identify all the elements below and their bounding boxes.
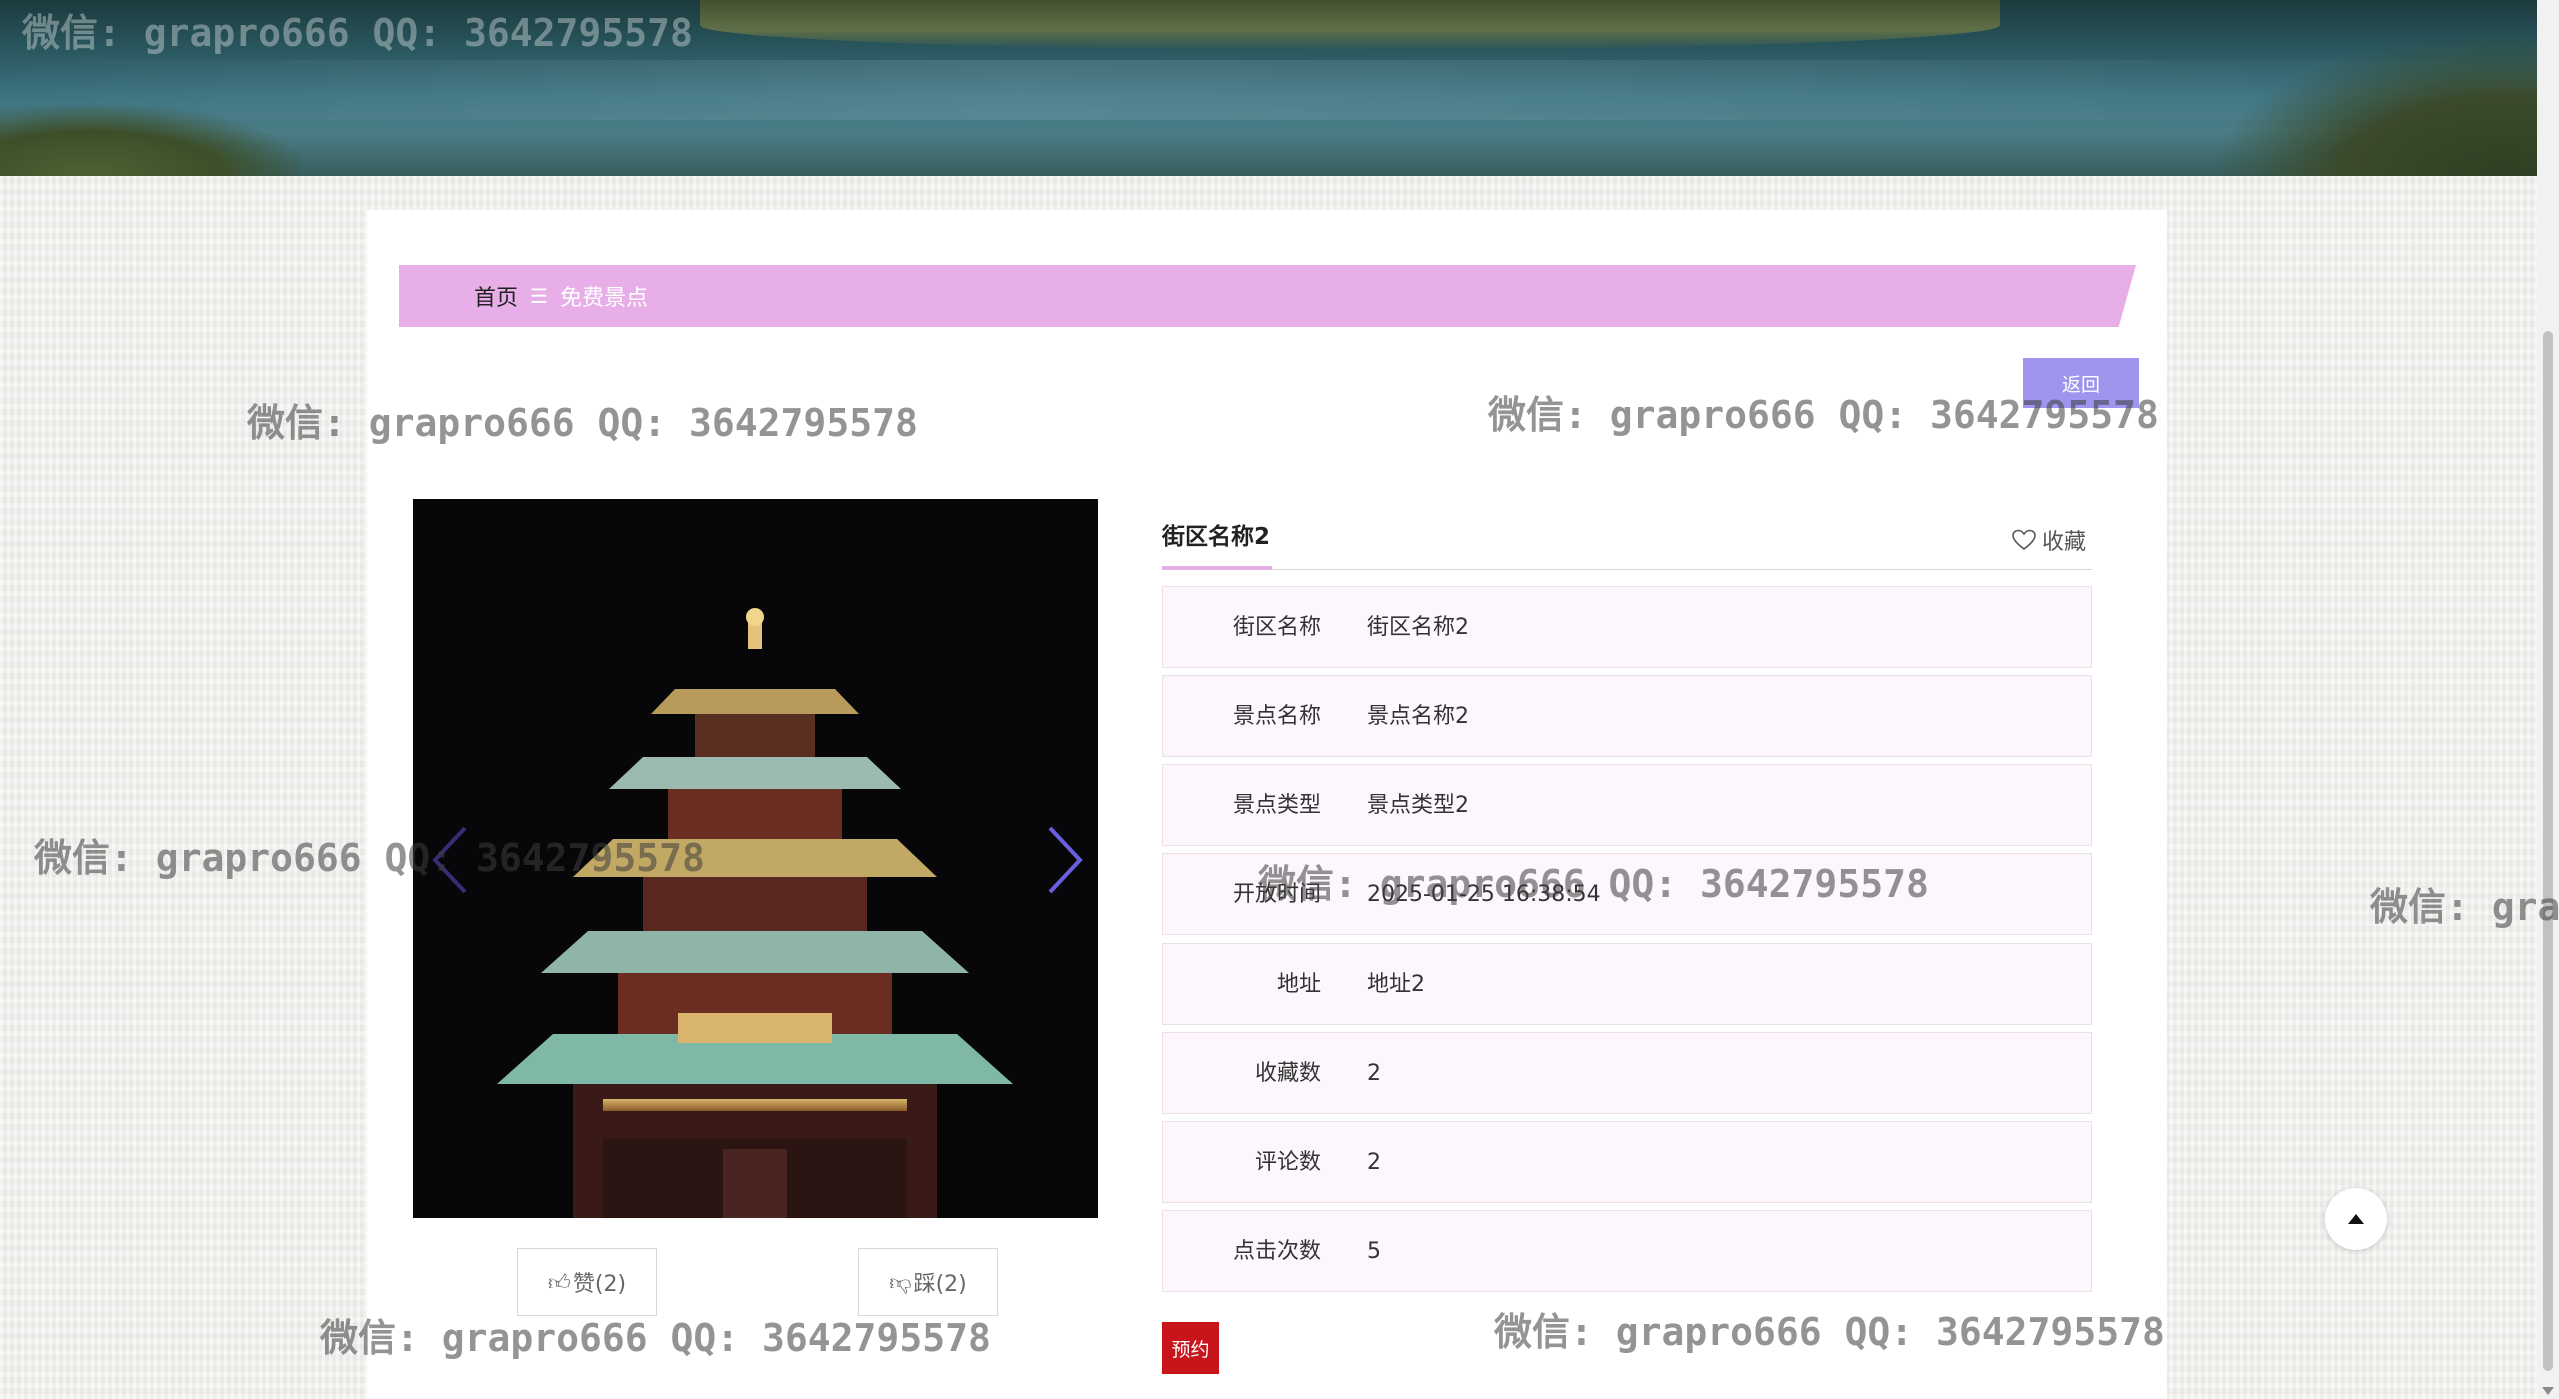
detail-label: 开放时间 — [1232, 882, 1321, 907]
breadcrumb-separator-icon: ☰ — [530, 284, 548, 308]
detail-value: 景点类型2 — [1367, 793, 1469, 818]
heart-icon — [2012, 529, 2036, 551]
detail-value: 景点名称2 — [1367, 704, 1469, 729]
carousel-next-button[interactable] — [1040, 820, 1090, 900]
detail-label: 评论数 — [1254, 1150, 1321, 1175]
detail-title: 街区名称2 — [1162, 524, 1271, 550]
breadcrumb-home-link[interactable]: 首页 — [474, 280, 518, 312]
detail-row: 收藏数 2 — [1162, 1032, 2092, 1114]
detail-value: 2025-01-25 16:38:54 — [1367, 882, 1601, 907]
detail-value: 5 — [1367, 1239, 1381, 1264]
detail-label: 收藏数 — [1254, 1061, 1321, 1086]
favorite-label: 收藏 — [2042, 530, 2087, 555]
detail-value: 地址2 — [1367, 972, 1425, 997]
detail-value: 2 — [1367, 1150, 1381, 1175]
favorite-button[interactable]: 收藏 — [2012, 524, 2086, 556]
breadcrumb-current: 免费景点 — [559, 286, 648, 311]
detail-label: 点击次数 — [1232, 1239, 1321, 1264]
vertical-scrollbar[interactable] — [2537, 0, 2559, 1399]
like-label: 赞(2) — [572, 1272, 627, 1297]
image-carousel — [413, 499, 1098, 1218]
thumbs-up-icon: 👍︎ — [547, 1270, 571, 1296]
detail-value: 2 — [1367, 1061, 1381, 1086]
thumbs-down-icon: 👎︎ — [889, 1270, 912, 1296]
back-button[interactable]: 返回 — [2023, 358, 2139, 408]
detail-row: 街区名称 街区名称2 — [1162, 586, 2092, 668]
detail-row: 景点名称 景点名称2 — [1162, 675, 2092, 757]
scrollbar-thumb[interactable] — [2543, 331, 2553, 1371]
detail-row: 开放时间 2025-01-25 16:38:54 — [1162, 853, 2092, 935]
caret-up-icon — [2348, 1214, 2364, 1224]
carousel-prev-button[interactable] — [425, 820, 475, 900]
detail-label: 景点类型 — [1232, 793, 1321, 818]
detail-label: 景点名称 — [1232, 704, 1321, 729]
banner-image — [0, 0, 2537, 176]
detail-row: 评论数 2 — [1162, 1121, 2092, 1203]
title-underline — [1162, 566, 1272, 570]
chevron-left-icon — [432, 826, 467, 894]
detail-row: 点击次数 5 — [1162, 1210, 2092, 1292]
dislike-button[interactable]: 👎︎ 踩(2) — [858, 1248, 998, 1316]
back-to-top-button[interactable] — [2325, 1188, 2387, 1250]
title-divider — [1162, 569, 2092, 570]
book-button[interactable]: 预约 — [1162, 1322, 1219, 1374]
pagoda-photo — [413, 499, 1098, 1218]
dislike-label: 踩(2) — [913, 1272, 967, 1297]
breadcrumb: 首页 ☰ 免费景点 — [399, 265, 2136, 327]
detail-row: 景点类型 景点类型2 — [1162, 764, 2092, 846]
chevron-right-icon — [1048, 826, 1083, 894]
detail-label: 街区名称 — [1232, 615, 1321, 640]
detail-value: 街区名称2 — [1367, 615, 1469, 640]
detail-row: 地址 地址2 — [1162, 943, 2092, 1025]
detail-label: 地址 — [1276, 972, 1321, 997]
scroll-down-arrow-icon[interactable] — [2542, 1387, 2554, 1395]
like-button[interactable]: 👍︎ 赞(2) — [517, 1248, 657, 1316]
